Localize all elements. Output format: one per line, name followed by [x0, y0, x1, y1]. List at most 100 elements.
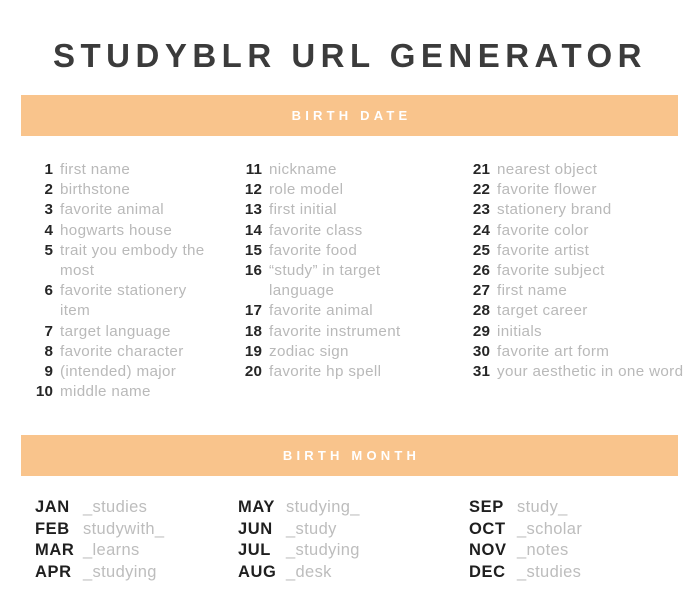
month-abbreviation: JUN	[238, 519, 273, 538]
list-item: 13 first initial	[240, 200, 434, 220]
list-item: 21 nearest object	[468, 160, 700, 180]
studyblr-url-generator-page: STUDYBLR URL GENERATOR BIRTH DATE 1 firs…	[0, 0, 700, 616]
month-suffix: _studies	[83, 498, 148, 516]
month-abbreviation: MAY	[238, 498, 275, 516]
date-number: 14	[244, 221, 262, 239]
date-number: 10	[35, 383, 53, 401]
month-abbreviation: FEB	[35, 519, 70, 538]
date-number: 16	[244, 262, 262, 280]
list-item: 6 favorite stationery item	[34, 281, 220, 321]
birth-date-column-3: 21 nearest object 22 favorite flower 23 …	[434, 160, 700, 402]
list-item: 7 target language	[34, 322, 220, 342]
list-item: 25 favorite artist	[468, 241, 700, 261]
list-item: 19 zodiac sign	[240, 342, 434, 362]
date-label: favorite character	[60, 342, 184, 360]
month-abbreviation: SEP	[469, 498, 504, 516]
date-number: 1	[44, 161, 53, 178]
list-item: 3 favorite animal	[34, 200, 220, 220]
list-item: 11 nickname	[240, 160, 434, 180]
list-item: 5 trait you embody the most	[34, 241, 220, 281]
date-label: favorite color	[497, 221, 589, 239]
list-item: JAN _studies	[35, 497, 220, 519]
date-number: 21	[472, 161, 490, 178]
date-number: 6	[44, 282, 53, 300]
date-number: 31	[472, 363, 490, 381]
date-label: favorite artist	[497, 241, 590, 259]
list-item: JUN _study	[238, 519, 440, 541]
date-number: 26	[472, 262, 490, 280]
date-label: favorite stationery item	[60, 282, 187, 320]
section-banner-birth-date-label: BIRTH DATE	[291, 108, 412, 123]
date-number: 2	[44, 181, 53, 199]
list-item: NOV _notes	[469, 540, 700, 562]
list-item: 20 favorite hp spell	[240, 362, 434, 382]
date-number: 7	[44, 322, 53, 340]
list-item: JUL _studying	[238, 540, 440, 562]
date-label: “study” in target language	[269, 262, 381, 300]
list-item: AUG _desk	[238, 562, 440, 584]
list-item: 24 favorite color	[468, 221, 700, 241]
date-number: 22	[472, 181, 490, 199]
list-item: 18 favorite instrument	[240, 322, 434, 342]
month-abbreviation: DEC	[469, 562, 506, 581]
date-number: 30	[472, 342, 490, 360]
date-number: 9	[44, 363, 53, 381]
list-item: 9 (intended) major	[34, 362, 220, 382]
date-label: target career	[497, 302, 588, 320]
date-label: trait you embody the most	[60, 241, 205, 280]
date-label: birthstone	[60, 181, 131, 199]
date-number: 3	[44, 201, 53, 219]
date-label: stationery brand	[497, 201, 612, 219]
list-item: 15 favorite food	[240, 241, 434, 261]
list-item: DEC _studies	[469, 562, 700, 584]
section-banner-birth-month: BIRTH MONTH	[21, 435, 678, 476]
section-banner-birth-date: BIRTH DATE	[21, 95, 678, 136]
list-item: 22 favorite flower	[468, 180, 700, 200]
list-item: 8 favorite character	[34, 342, 220, 362]
date-number: 25	[472, 241, 490, 259]
date-label: target language	[60, 322, 171, 340]
list-item: 12 role model	[240, 180, 434, 200]
list-item: SEP study_	[469, 497, 700, 519]
month-suffix: _studying	[83, 562, 157, 581]
date-label: nearest object	[497, 161, 598, 178]
birth-month-columns: JAN _studies FEB studywith_ MAR _learns …	[0, 497, 700, 583]
list-item: 14 favorite class	[240, 221, 434, 241]
date-number: 18	[244, 322, 262, 340]
list-item: 4 hogwarts house	[34, 221, 220, 241]
date-label: favorite subject	[497, 262, 605, 280]
list-item: 17 favorite animal	[240, 301, 434, 321]
date-label: (intended) major	[60, 363, 177, 381]
date-number: 11	[245, 161, 262, 178]
month-suffix: _scholar	[517, 519, 583, 538]
birth-date-column-2: 11 nickname 12 role model 13 first initi…	[220, 160, 434, 402]
month-suffix: studywith_	[83, 519, 165, 538]
date-label: role model	[269, 181, 344, 199]
date-label: favorite animal	[60, 201, 165, 219]
list-item: FEB studywith_	[35, 519, 220, 541]
month-abbreviation: NOV	[469, 541, 507, 559]
list-item: 16 “study” in target language	[240, 261, 434, 301]
date-label: first name	[497, 282, 568, 300]
list-item: MAY studying_	[238, 497, 440, 519]
month-suffix: study_	[517, 498, 568, 516]
month-suffix: _studies	[517, 562, 582, 581]
date-number: 19	[244, 342, 262, 360]
birth-month-column-3: SEP study_ OCT _scholar NOV _notes DEC _…	[440, 497, 700, 583]
date-number: 23	[472, 201, 490, 219]
section-banner-birth-month-label: BIRTH MONTH	[282, 448, 421, 463]
date-number: 27	[472, 282, 490, 300]
birth-date-column-1: 1 first name 2 birthstone 3 favorite ani…	[0, 160, 220, 402]
date-label: first name	[60, 161, 131, 178]
date-label: first initial	[269, 201, 337, 219]
date-number: 20	[244, 363, 262, 381]
date-label: nickname	[269, 161, 337, 178]
month-abbreviation: JAN	[35, 498, 70, 516]
date-label: favorite food	[269, 241, 358, 259]
list-item: APR _studying	[35, 562, 220, 584]
birth-date-columns: 1 first name 2 birthstone 3 favorite ani…	[0, 160, 700, 402]
month-suffix: _desk	[286, 562, 332, 581]
date-label: favorite hp spell	[269, 363, 382, 381]
date-label: favorite flower	[497, 181, 597, 199]
date-label: hogwarts house	[60, 221, 173, 239]
